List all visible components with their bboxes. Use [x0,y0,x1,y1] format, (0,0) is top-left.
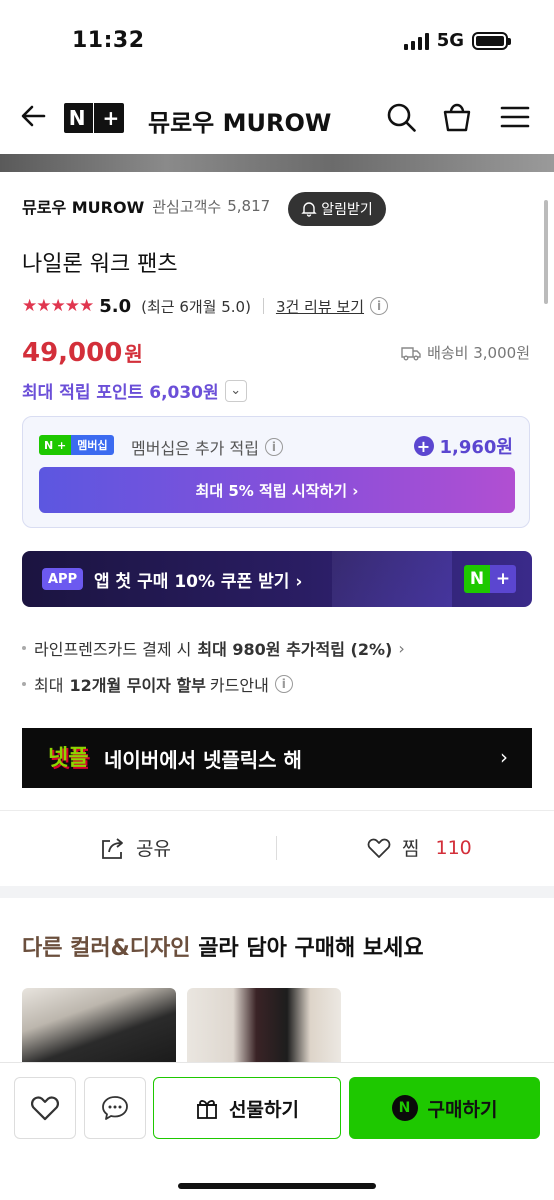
shopping-bag-icon[interactable] [440,100,474,134]
divider [0,810,554,811]
membership-badge: N + 멤버십 [39,435,114,455]
battery-icon [472,31,511,50]
membership-box: N + 멤버십 멤버십은 추가 적립 i + 1,960원 최대 5% 적립 시… [22,416,530,528]
alert-label: 알림받기 [321,202,373,218]
store-name[interactable]: 뮤로우 MUROW [22,194,144,218]
signal-icon [403,32,429,50]
netflix-logo: 넷플 [48,746,89,771]
network-type: 5G [436,30,464,51]
share-button[interactable]: 공유 [100,834,171,861]
plus-circle-icon: + [413,436,434,456]
naver-n-icon: N [391,1095,418,1121]
chevron-down-icon[interactable]: ⌄ [224,379,247,402]
zzim-count: 110 [435,836,472,859]
buy-button[interactable]: N 구매하기 [349,1077,540,1139]
heart-icon [367,838,391,858]
membership-bonus: + 1,960원 [413,433,513,459]
price: 49,000 [22,338,123,368]
bottom-bar: 선물하기 N 구매하기 [0,1062,554,1200]
product-name: 나일론 워크 팬츠 [22,252,178,277]
truck-icon [401,346,421,360]
rating-recent: (최근 6개월 5.0) [141,297,251,316]
membership-start-button[interactable]: 최대 5% 적립 시작하기 › [39,467,515,513]
star-rating-icon: ★★★★★ [22,296,94,316]
shipping-info: 배송비 3,000원 [401,342,530,363]
action-row: 공유 찜 110 [0,820,554,878]
section-title: 다른 컬러&디자인 골라 담아 구매해 보세요 [22,936,424,961]
menu-icon[interactable] [498,100,532,134]
heart-icon [30,1096,60,1121]
gift-button[interactable]: 선물하기 [153,1077,341,1139]
store-title[interactable]: 뮤로우 MUROW [148,103,331,138]
chat-bubble-icon [102,1096,128,1120]
favorite-button[interactable] [14,1077,76,1139]
shipping-fee: 배송비 3,000원 [427,344,530,362]
rating-row: ★★★★★ 5.0 (최근 6개월 5.0) 3건 리뷰 보기 i [22,294,389,318]
app-coupon-banner[interactable]: APP 앱 첫 구매 10% 쿠폰 받기 › N + [22,551,532,607]
product-image-edge [0,154,554,172]
price-row: 49,000 원 [22,338,143,368]
points-row: 최대 적립 포인트 6,030원 ⌄ [22,378,247,403]
talk-button[interactable] [84,1077,146,1139]
price-unit: 원 [124,342,143,366]
search-icon[interactable] [384,100,418,134]
netflix-text: 네이버에서 넷플릭스 해 [104,748,302,772]
status-indicators: 5G [403,30,511,51]
divider [262,298,264,314]
bell-plus-icon [301,202,317,217]
netflix-banner[interactable]: 넷플 네이버에서 넷플릭스 해 › [22,728,532,788]
chevron-right-icon: › [500,745,508,769]
status-bar: 11:32 5G [0,0,554,84]
naver-plus-icon: N + [464,565,516,593]
status-time: 11:32 [72,28,145,53]
info-icon[interactable]: i [370,297,389,315]
rating-value: 5.0 [99,295,132,317]
logo-plus: + [102,106,120,130]
scrollbar[interactable] [544,200,548,304]
naver-plus-logo[interactable]: N + [64,103,124,133]
gift-icon [197,1100,218,1119]
membership-text: 멤버십은 추가 적립 i [131,435,283,459]
info-icon[interactable]: i [264,438,283,456]
store-info: 뮤로우 MUROW 관심고객수 5,817 [22,194,270,218]
zzim-button[interactable]: 찜 110 [366,834,472,861]
followers-count: 5,817 [227,197,271,215]
top-nav: N + 뮤로우 MUROW [0,90,554,146]
alert-button[interactable]: 알림받기 [288,192,386,226]
home-indicator [178,1183,376,1189]
card-benefit[interactable]: 라인프렌즈카드 결제 시 최대 980원 추가적립 (2%) › [22,636,405,660]
back-arrow-icon[interactable] [18,100,50,132]
info-icon[interactable]: i [274,675,293,693]
max-points: 최대 적립 포인트 6,030원 [22,383,219,403]
app-chip: APP [42,568,84,590]
followers-label: 관심고객수 [152,197,222,216]
app-coupon-text: 앱 첫 구매 10% 쿠폰 받기 › [94,572,303,592]
logo-n: N [68,106,86,130]
review-link[interactable]: 3건 리뷰 보기 [276,296,364,317]
installment-benefit[interactable]: 최대 12개월 무이자 할부 카드안내 i [22,672,293,696]
share-icon [102,837,123,859]
